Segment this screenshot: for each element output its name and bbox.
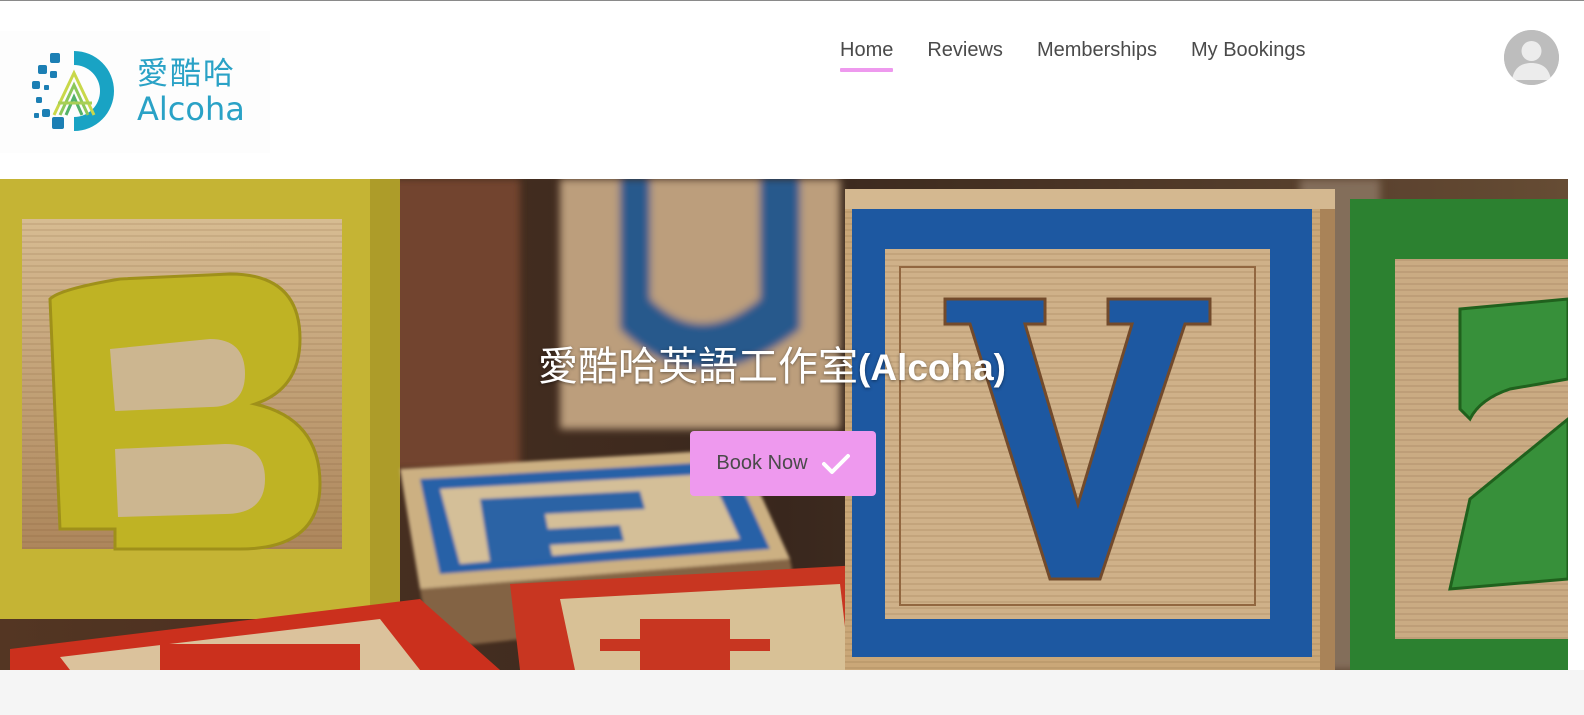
check-icon	[821, 453, 850, 474]
book-now-button[interactable]: Book Now	[690, 431, 876, 496]
main-nav: Home Reviews Memberships My Bookings	[840, 39, 1339, 72]
logo-text: 愛酷哈 Alcoha	[137, 56, 245, 128]
hero-title-english: (Alcoha)	[858, 347, 1006, 388]
page: 愛酷哈 Alcoha Home Reviews Memberships My B…	[0, 0, 1584, 715]
site-header: 愛酷哈 Alcoha Home Reviews Memberships My B…	[0, 1, 1568, 179]
hero-banner: 愛酷哈英語工作室(Alcoha) Book Now	[0, 179, 1568, 670]
logo-mark-icon	[32, 51, 114, 131]
nav-memberships[interactable]: Memberships	[1037, 39, 1157, 70]
hero-title: 愛酷哈英語工作室(Alcoha)	[538, 343, 1006, 392]
page-scroll-gutter	[1568, 1, 1584, 670]
site-logo[interactable]: 愛酷哈 Alcoha	[0, 31, 270, 153]
alphabet-blocks-background-image	[0, 179, 1568, 670]
book-now-label: Book Now	[716, 452, 808, 474]
nav-my-bookings[interactable]: My Bookings	[1191, 39, 1306, 70]
logo-english-name: Alcoha	[137, 90, 245, 128]
nav-reviews[interactable]: Reviews	[927, 39, 1003, 70]
hero-title-chinese: 愛酷哈英語工作室	[538, 344, 858, 390]
user-avatar-icon[interactable]	[1504, 30, 1559, 85]
logo-chinese-name: 愛酷哈	[137, 56, 236, 92]
content-section-top	[0, 670, 1584, 715]
nav-home[interactable]: Home	[840, 39, 894, 72]
default-user-silhouette-icon	[1504, 30, 1559, 85]
